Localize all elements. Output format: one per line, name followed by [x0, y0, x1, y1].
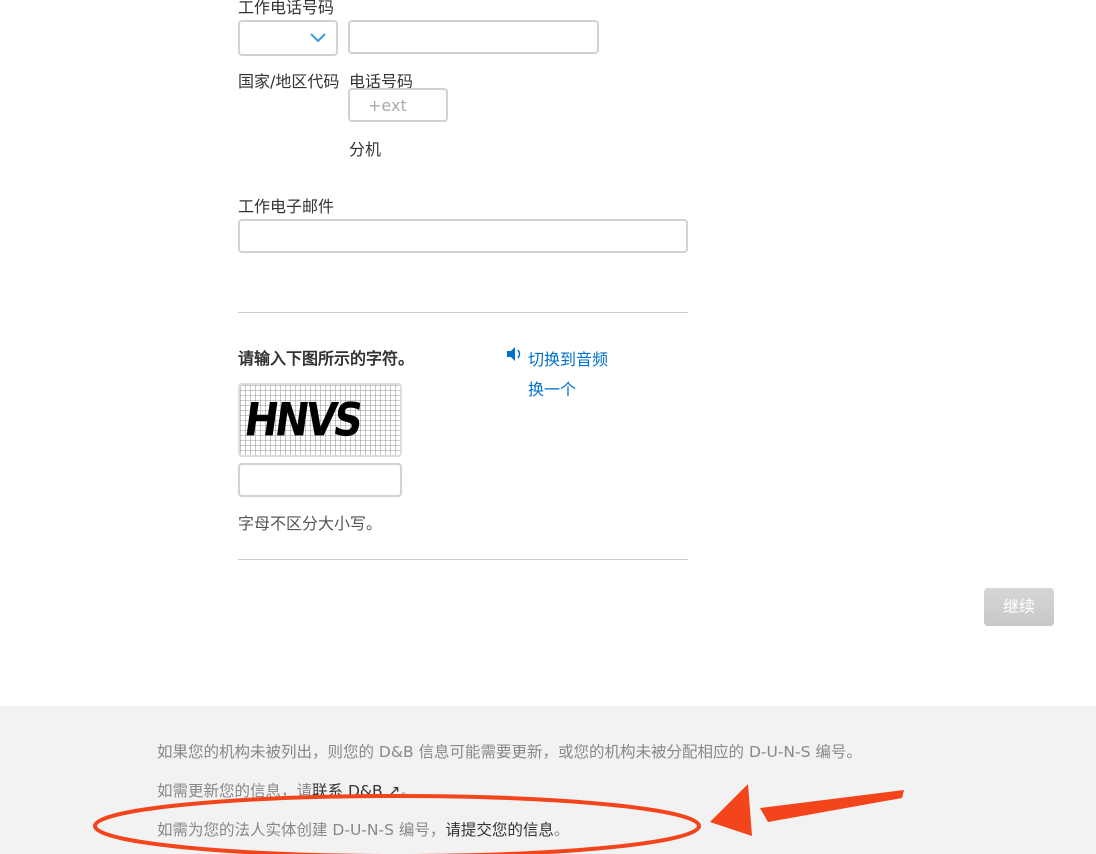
continue-button[interactable]: 继续 [984, 588, 1054, 626]
speaker-icon[interactable] [506, 346, 524, 362]
extension-input[interactable]: +ext [348, 88, 448, 122]
work-email-label: 工作电子邮件 [238, 197, 335, 216]
captcha-prompt: 请输入下图所示的字符。 [238, 349, 415, 368]
captcha-image: HNVS [238, 383, 402, 457]
refresh-captcha-link[interactable]: 换一个 [528, 376, 576, 400]
country-code-select[interactable] [238, 20, 338, 56]
work-phone-label: 工作电话号码 [238, 0, 335, 17]
captcha-input[interactable] [238, 463, 402, 497]
work-email-input[interactable] [238, 219, 688, 253]
divider [238, 312, 688, 313]
footer-note-1: 如果您的机构未被列出，则您的 D&B 信息可能需要更新，或您的机构未被分配相应的… [157, 743, 862, 761]
divider [238, 559, 688, 560]
phone-number-input[interactable] [348, 20, 599, 54]
captcha-hint: 字母不区分大小写。 [238, 514, 383, 533]
country-code-label: 国家/地区代码 [238, 72, 340, 91]
annotation-ellipse-icon [93, 794, 701, 854]
annotation-arrow-shaft [760, 790, 904, 822]
annotation-arrow-icon [710, 784, 752, 836]
chevron-down-icon [310, 33, 326, 43]
captcha-text: HNVS [241, 394, 364, 447]
captcha-picture: HNVS [240, 385, 400, 455]
extension-placeholder: +ext [368, 96, 407, 115]
annotation-overlay [93, 784, 904, 854]
extension-label: 分机 [349, 140, 382, 159]
switch-to-audio-link[interactable]: 切换到音频 [528, 346, 608, 370]
